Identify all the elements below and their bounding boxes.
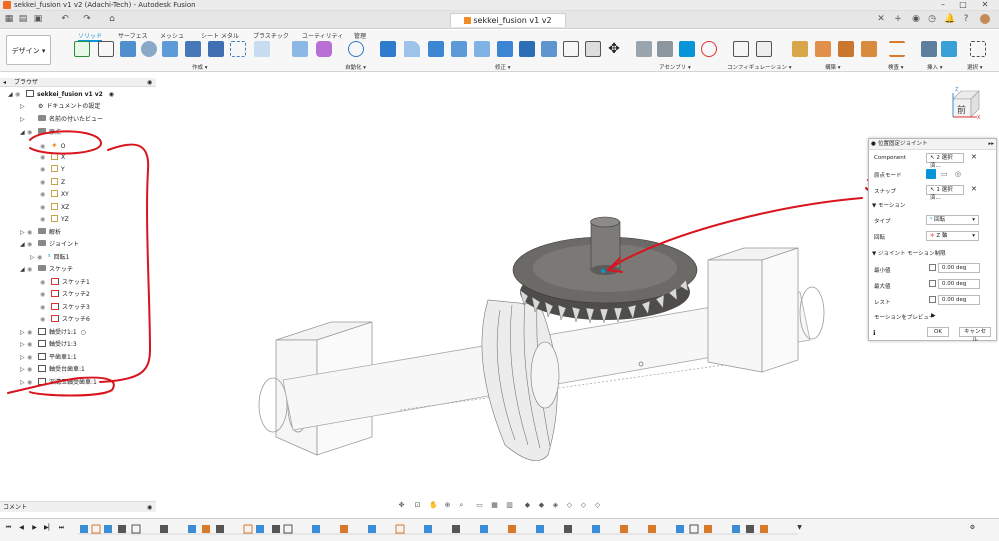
snap-select-button[interactable]: ↖ 1 選択済... xyxy=(926,185,964,201)
fit-icon[interactable]: ⌕ xyxy=(457,501,466,510)
clear-component-icon[interactable]: ✕ xyxy=(971,153,977,161)
viewcube-front-label: 前 xyxy=(957,106,967,116)
max-label: 最大値 xyxy=(874,284,891,290)
motion-type-value: 回転 xyxy=(934,217,946,223)
component-select-button[interactable]: ↖ 2 選択済... xyxy=(926,153,964,169)
cursor-icon: ↖ xyxy=(930,155,935,161)
viewcube-z-label: Z xyxy=(955,87,959,93)
grid-snaps-icon[interactable]: ▦ xyxy=(490,501,499,510)
annotation-overlay xyxy=(7,130,986,397)
go-to-start-icon[interactable]: ⏮ xyxy=(5,524,12,532)
display-mode-6-icon[interactable]: ◇ xyxy=(593,501,602,510)
viewports-icon[interactable]: ▥ xyxy=(505,501,514,510)
orbit-icon[interactable]: ✥ xyxy=(397,501,406,510)
rotation-label: 回転 xyxy=(874,235,886,241)
rotation-axis-dropdown[interactable]: ✛ Z 軸 ▾ xyxy=(926,231,979,241)
preview-motion-label: モーションをプレビュー xyxy=(874,315,935,321)
motion-type-dropdown[interactable]: ᔆ 回転 ▾ xyxy=(926,215,979,225)
step-forward-icon[interactable]: ▶▏ xyxy=(44,524,53,532)
timeline-features[interactable] xyxy=(78,522,798,536)
chevron-down-icon: ▾ xyxy=(972,217,975,223)
play-icon[interactable]: ▶ xyxy=(31,524,38,532)
rotation-axis-value: Z 軸 xyxy=(936,233,948,239)
display-mode-5-icon[interactable]: ◇ xyxy=(579,501,588,510)
display-mode-3-icon[interactable]: ◈ xyxy=(551,501,560,510)
origin-mode-between-icon[interactable]: ▭ xyxy=(941,170,948,178)
origin-mode-label: 原点モード xyxy=(874,173,902,179)
cancel-button[interactable]: キャンセル xyxy=(959,327,991,343)
panel-header: ● 位置固定ジョイント ▸▸ xyxy=(869,139,996,150)
zoom-icon[interactable]: ⊕ xyxy=(443,501,452,510)
viewcube-x-label: X xyxy=(977,115,981,121)
rest-value-input[interactable]: 0.00 deg xyxy=(938,295,980,305)
motion-section-header[interactable]: ▼ モーション xyxy=(872,201,905,209)
info-icon[interactable]: ℹ xyxy=(873,329,876,337)
display-settings-icon[interactable]: ▭ xyxy=(475,501,484,510)
step-back-icon[interactable]: ◀ xyxy=(18,524,25,532)
navigation-bar: ✥ ⊡ ✋ ⊕ ⌕ ▭ ▦ ▥ ◆ ◆ ◈ ◇ ◇ ◇ xyxy=(395,500,603,512)
display-mode-2-icon[interactable]: ◆ xyxy=(537,501,546,510)
type-label: タイプ xyxy=(874,219,891,225)
ok-button[interactable]: OK xyxy=(927,327,949,337)
panel-expand-icon[interactable]: ▸▸ xyxy=(988,139,994,150)
panel-joint-icon: ● xyxy=(871,141,876,147)
component-label: Component xyxy=(874,155,906,161)
display-mode-4-icon[interactable]: ◇ xyxy=(565,501,574,510)
min-label: 最小値 xyxy=(874,268,891,274)
view-cube[interactable]: 前 X Z xyxy=(947,87,981,121)
as-built-joint-panel: ● 位置固定ジョイント ▸▸ Component ↖ 2 選択済... ✕ 原点… xyxy=(868,138,997,343)
panel-title: 位置固定ジョイント xyxy=(878,141,928,147)
limits-section-header[interactable]: ▼ ジョイント モーション制限 xyxy=(872,249,946,257)
min-value-input[interactable]: 0.00 deg xyxy=(938,263,980,273)
look-at-icon[interactable]: ⊡ xyxy=(413,501,422,510)
origin-mode-two-faces-icon[interactable]: ◎ xyxy=(955,170,961,178)
chevron-down-icon: ▾ xyxy=(972,233,975,239)
cursor-icon: ↖ xyxy=(930,187,935,193)
pan-icon[interactable]: ✋ xyxy=(429,501,438,510)
timeline-settings-icon[interactable]: ⚙ xyxy=(969,524,976,532)
rest-label: レスト xyxy=(874,300,891,306)
min-checkbox[interactable] xyxy=(929,264,936,271)
limits-section-label: ジョイント モーション制限 xyxy=(877,251,946,257)
origin-mode-simple-icon[interactable] xyxy=(926,169,936,179)
revolute-icon: ᔆ xyxy=(930,217,933,223)
axis-icon: ✛ xyxy=(930,233,935,239)
clear-snap-icon[interactable]: ✕ xyxy=(971,185,977,193)
max-value-input[interactable]: 0.00 deg xyxy=(938,279,980,289)
motion-section-label: モーション xyxy=(877,203,906,209)
go-to-end-icon[interactable]: ⏭ xyxy=(58,524,65,532)
max-checkbox[interactable] xyxy=(929,280,936,287)
timeline-marker-icon[interactable]: ▼ xyxy=(796,524,803,532)
rest-checkbox[interactable] xyxy=(929,296,936,303)
timeline: ⏮ ◀ ▶ ▶▏ ⏭ ▼ ⚙ xyxy=(0,518,999,541)
display-mode-1-icon[interactable]: ◆ xyxy=(523,501,532,510)
play-preview-icon[interactable]: ▶ xyxy=(931,312,936,319)
snap-label: スナップ xyxy=(874,189,897,195)
